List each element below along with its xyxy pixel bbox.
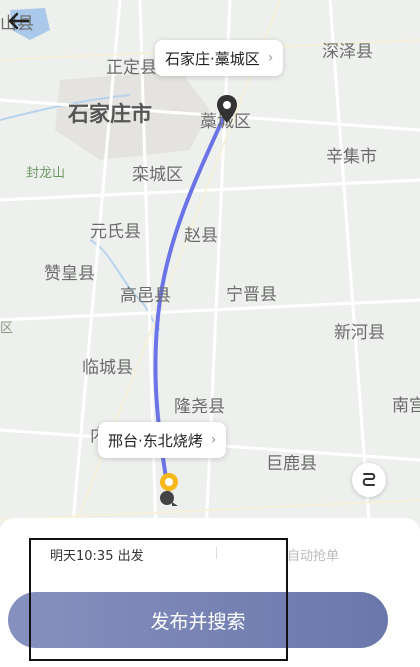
swap-route-button[interactable]	[352, 463, 386, 497]
auto-grab-option[interactable]: 自动抢单	[287, 545, 339, 564]
map-label: 区	[0, 321, 14, 336]
destination-label: 邢台·东北烧烤	[108, 431, 203, 450]
divider	[216, 547, 217, 559]
chevron-right-icon: ›	[267, 50, 274, 66]
map-label: 新河县	[334, 323, 385, 343]
map-label-city: 石家庄市	[68, 102, 152, 126]
map-label: 正定县	[106, 58, 157, 78]
map-label: 赵县	[184, 226, 218, 246]
map-label: 栾城区	[132, 165, 183, 185]
arrow-left-icon[interactable]	[4, 6, 34, 36]
map-label: 高邑县	[120, 286, 171, 306]
destination-pin-icon[interactable]	[156, 472, 182, 508]
map-label: 元氏县	[90, 222, 141, 242]
map-label: 封龙山	[26, 166, 66, 181]
publish-search-button[interactable]: 发布并搜索	[8, 592, 388, 648]
chevron-right-icon: ›	[210, 432, 217, 448]
map-label: 巨鹿县	[266, 454, 317, 474]
map-label: 宁晋县	[226, 285, 277, 305]
map-label: 深泽县	[322, 42, 373, 62]
destination-bubble[interactable]: 邢台·东北烧烤 ›	[98, 422, 227, 458]
map-label: 辛集市	[326, 147, 377, 167]
map-label: 赞皇县	[44, 264, 95, 284]
map-label: 隆尧县	[174, 397, 225, 417]
origin-label: 石家庄·藁城区	[165, 49, 260, 68]
origin-bubble[interactable]: 石家庄·藁城区 ›	[155, 40, 284, 76]
origin-pin-icon[interactable]	[216, 94, 238, 124]
map-label: 临城县	[82, 358, 133, 378]
map-label: 南宫	[392, 396, 420, 416]
swap-route-icon	[362, 473, 376, 486]
departure-time[interactable]: 明天10:35 出发	[50, 545, 144, 564]
